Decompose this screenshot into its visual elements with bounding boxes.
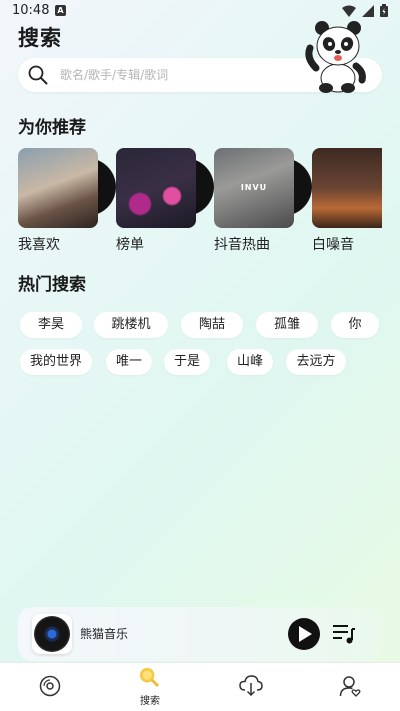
recommend-card-charts[interactable]: 榜单 xyxy=(116,148,214,258)
cover-image xyxy=(312,148,382,228)
hot-search-tag[interactable]: 你 xyxy=(331,312,379,338)
section-title-hot-search: 热门搜索 xyxy=(18,275,86,295)
recommend-card-white-noise[interactable]: 白噪音 xyxy=(312,148,382,258)
cover-wrap xyxy=(116,148,214,228)
tab-label: 搜索 xyxy=(140,696,160,707)
recommend-card-douyin-hits[interactable]: INVU 抖音热曲 xyxy=(214,148,312,258)
recommend-card-label: 我喜欢 xyxy=(18,237,60,253)
vinyl-record-icon xyxy=(34,616,70,652)
hot-search-tag[interactable]: 孤雏 xyxy=(256,312,318,338)
hot-search-tag[interactable]: 山峰 xyxy=(227,349,273,375)
hot-search-tag[interactable]: 我的世界 xyxy=(20,349,92,375)
cover-wrap: INVU xyxy=(214,148,312,228)
hot-search-tag[interactable]: 去远方 xyxy=(286,349,346,375)
cover-image xyxy=(18,148,98,228)
cover-wrap xyxy=(18,148,116,228)
recommend-list: 我喜欢 榜单 INVU 抖音热曲 白噪音 xyxy=(18,148,382,258)
mini-player[interactable]: 熊猫音乐 xyxy=(18,607,382,661)
playlist-icon[interactable] xyxy=(332,623,356,645)
cover-image: INVU xyxy=(214,148,294,228)
signal-icon xyxy=(362,4,374,17)
tab-download[interactable] xyxy=(200,663,300,711)
disc-icon xyxy=(39,675,61,697)
hot-search-tag[interactable]: 唯一 xyxy=(106,349,152,375)
section-title-recommend: 为你推荐 xyxy=(18,118,86,138)
search-input[interactable] xyxy=(60,58,300,92)
status-time: 10:48 xyxy=(12,3,50,18)
player-album-art[interactable] xyxy=(32,614,72,654)
page-title: 搜索 xyxy=(18,26,62,50)
hot-search-tag[interactable]: 跳楼机 xyxy=(94,312,168,338)
cover-text: INVU xyxy=(240,183,268,192)
tab-profile[interactable] xyxy=(300,663,400,711)
notification-icon: A xyxy=(55,5,66,16)
recommend-card-label: 榜单 xyxy=(116,237,144,253)
play-icon xyxy=(299,626,312,642)
hot-search-tag[interactable]: 陶喆 xyxy=(181,312,243,338)
search-icon xyxy=(28,65,48,85)
player-song-title: 熊猫音乐 xyxy=(80,627,129,641)
user-heart-icon xyxy=(339,676,361,697)
recommend-card-favorites[interactable]: 我喜欢 xyxy=(18,148,116,258)
download-cloud-icon xyxy=(239,675,263,697)
wifi-icon xyxy=(342,5,356,17)
play-button[interactable] xyxy=(288,618,320,650)
hot-search-tag[interactable]: 李昊 xyxy=(20,312,82,338)
cover-wrap xyxy=(312,148,382,228)
panda-mascot-icon xyxy=(305,21,366,93)
recommend-card-label: 白噪音 xyxy=(312,237,354,253)
battery-icon xyxy=(380,4,388,17)
recommend-card-label: 抖音热曲 xyxy=(214,237,270,253)
hot-search-tag[interactable]: 于是 xyxy=(164,349,210,375)
tab-discover[interactable] xyxy=(0,663,100,711)
search-tab-icon xyxy=(139,667,159,687)
tab-search[interactable]: 搜索 xyxy=(100,663,200,711)
bottom-tab-bar: 搜索 xyxy=(0,662,400,711)
system-icons xyxy=(342,4,388,17)
cover-image xyxy=(116,148,196,228)
